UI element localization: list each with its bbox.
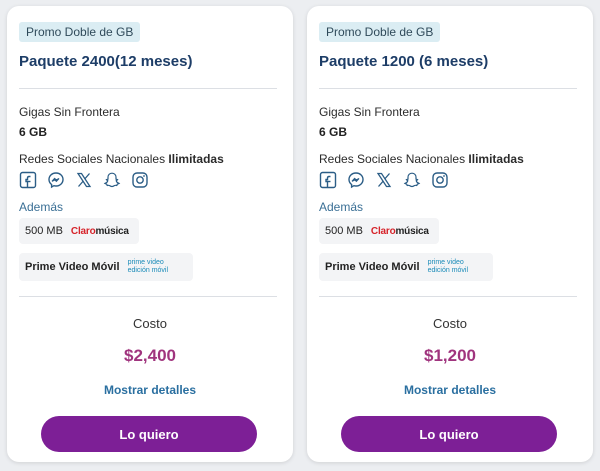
package-card-2400: Promo Doble de GB Paquete 2400(12 meses)…: [7, 6, 293, 462]
gigas-label: Gigas Sin Frontera: [19, 105, 120, 119]
prime-video-label: Prime Video Móvil: [325, 261, 420, 273]
unlimited-text: Ilimitadas: [168, 152, 224, 166]
package-title: Paquete 2400(12 meses): [19, 53, 193, 70]
prime-video-logo: prime video edición móvil: [427, 259, 469, 274]
snapchat-icon: [403, 171, 421, 189]
unlimited-text: Ilimitadas: [468, 152, 524, 166]
social-networks-label: Redes Sociales Nacionales Ilimitadas: [19, 152, 224, 166]
ademas-label: Además: [19, 200, 64, 214]
price: $1,200: [424, 346, 476, 365]
instagram-icon: [131, 171, 149, 189]
cost-label: Costo: [433, 316, 467, 331]
social-networks-label: Redes Sociales Nacionales Ilimitadas: [319, 152, 524, 166]
instagram-icon: [431, 171, 449, 189]
package-title: Paquete 1200 (6 meses): [319, 53, 489, 70]
facebook-icon: [19, 171, 37, 189]
gigas-value: 6 GB: [319, 125, 348, 139]
show-details-link[interactable]: Mostrar detalles: [7, 383, 293, 397]
social-icons: [319, 171, 449, 189]
claro-musica-benefit: 500 MB Claromúsica: [319, 218, 439, 244]
music-mb: 500 MB: [25, 225, 63, 237]
gigas-label: Gigas Sin Frontera: [319, 105, 420, 119]
promo-badge: Promo Doble de GB: [319, 22, 441, 42]
social-icons: [19, 171, 149, 189]
claro-musica-logo: Claromúsica: [70, 225, 129, 237]
prime-video-label: Prime Video Móvil: [25, 261, 120, 273]
divider: [19, 88, 277, 89]
claro-musica-benefit: 500 MB Claromúsica: [19, 218, 139, 244]
x-icon: [75, 171, 93, 189]
facebook-icon: [319, 171, 337, 189]
lo-quiero-button[interactable]: Lo quiero: [41, 416, 257, 452]
messenger-icon: [47, 171, 65, 189]
prime-video-benefit: Prime Video Móvil prime video edición móv…: [319, 253, 493, 281]
divider: [19, 296, 277, 297]
promo-badge: Promo Doble de GB: [19, 22, 141, 42]
gigas-value: 6 GB: [19, 125, 48, 139]
ademas-label: Además: [319, 200, 364, 214]
snapchat-icon: [103, 171, 121, 189]
price: $2,400: [124, 346, 176, 365]
cost-label: Costo: [133, 316, 167, 331]
divider: [319, 296, 577, 297]
divider: [319, 88, 577, 89]
x-icon: [375, 171, 393, 189]
music-mb: 500 MB: [325, 225, 363, 237]
messenger-icon: [347, 171, 365, 189]
prime-video-logo: prime video edición móvil: [127, 259, 169, 274]
claro-musica-logo: Claromúsica: [370, 225, 429, 237]
package-card-1200: Promo Doble de GB Paquete 1200 (6 meses)…: [307, 6, 593, 462]
show-details-link[interactable]: Mostrar detalles: [307, 383, 593, 397]
prime-video-benefit: Prime Video Móvil prime video edición móv…: [19, 253, 193, 281]
lo-quiero-button[interactable]: Lo quiero: [341, 416, 557, 452]
